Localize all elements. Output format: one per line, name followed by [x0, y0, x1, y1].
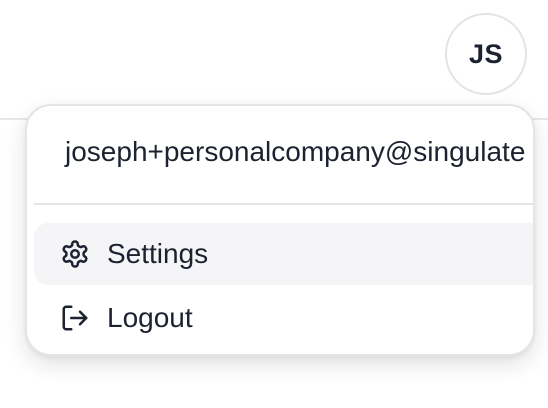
settings-label: Settings [107, 238, 209, 269]
menu-item-settings[interactable]: Settings [34, 223, 533, 285]
user-email: joseph+personalcompany@singulate [65, 136, 526, 167]
logout-label: Logout [107, 302, 193, 333]
user-dropdown-menu: joseph+personalcompany@singulate Setting… [25, 104, 535, 356]
avatar-initials: JS [468, 38, 504, 69]
page: JS joseph+personalcompany@singulate Sett… [0, 0, 548, 408]
menu-item-logout[interactable]: Logout [34, 287, 533, 349]
menu-divider [34, 203, 533, 205]
avatar-button[interactable]: JS [445, 13, 527, 95]
logout-icon [60, 303, 90, 333]
gear-icon [60, 239, 90, 269]
